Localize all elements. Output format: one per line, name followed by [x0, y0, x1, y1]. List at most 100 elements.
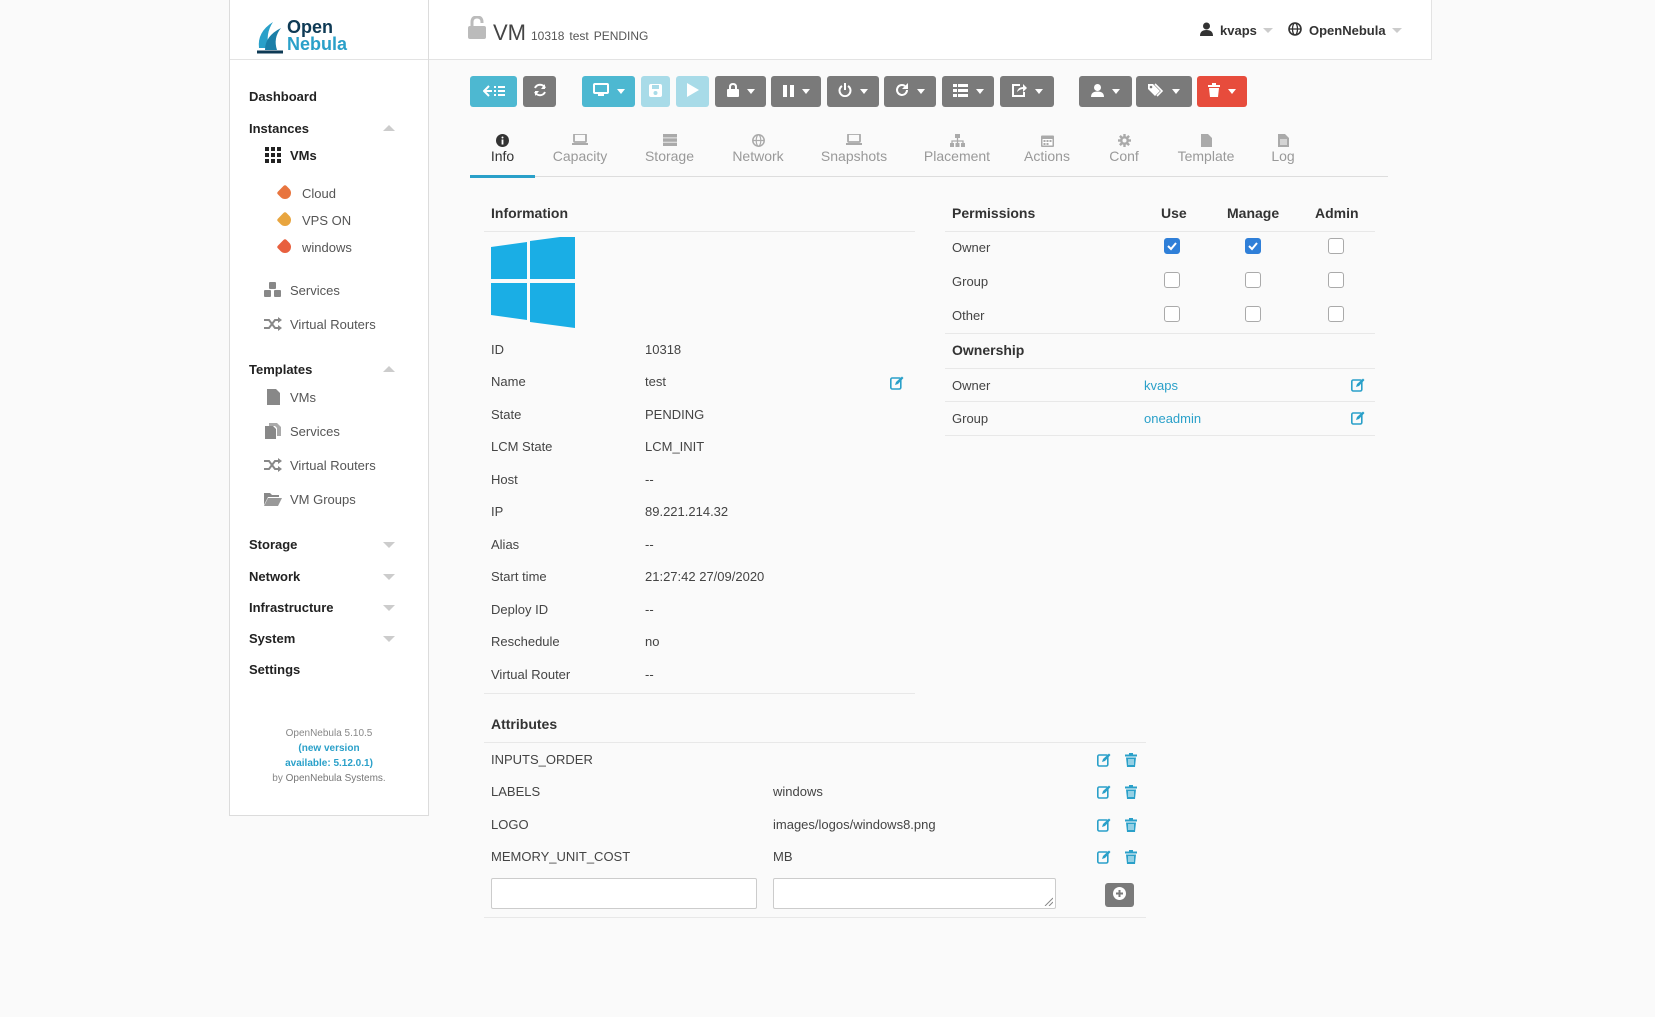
edit-attribute-icon[interactable] — [1097, 818, 1111, 832]
nav-infrastructure[interactable]: Infrastructure — [249, 600, 334, 615]
user-icon — [1200, 22, 1213, 39]
info-row-label: Deploy ID — [491, 602, 549, 617]
permission-admin-checkbox[interactable] — [1328, 272, 1344, 288]
nav-instances-services[interactable]: Services — [264, 282, 340, 298]
nav-instances-vms[interactable]: VMs — [264, 147, 317, 163]
templates-virtual-routers-label: Virtual Routers — [290, 457, 376, 473]
power-dropdown-button[interactable] — [827, 76, 879, 107]
permission-manage-checkbox[interactable] — [1245, 238, 1261, 254]
tab-placement-label: Placement — [923, 148, 991, 164]
nav-storage[interactable]: Storage — [249, 537, 297, 552]
tab-snapshots[interactable]: Snapshots — [820, 132, 888, 164]
nav-templates-vms[interactable]: VMs — [264, 389, 316, 405]
system-expand-caret-icon[interactable] — [383, 636, 395, 642]
tab-placement[interactable]: Placement — [921, 132, 993, 164]
tab-capacity[interactable]: Capacity — [550, 132, 610, 164]
edit-attribute-icon[interactable] — [1097, 753, 1111, 767]
new-attribute-value-textarea[interactable] — [773, 878, 1056, 909]
permission-use-checkbox[interactable] — [1164, 238, 1180, 254]
delete-attribute-icon[interactable] — [1124, 753, 1138, 767]
edit-owner-icon[interactable] — [1351, 378, 1365, 392]
pause-dropdown-button[interactable] — [771, 76, 821, 107]
refresh-button[interactable] — [523, 76, 556, 107]
ownership-owner-link[interactable]: kvaps — [1144, 378, 1178, 393]
share-dropdown-button[interactable] — [1000, 76, 1054, 107]
storage-expand-caret-icon[interactable] — [383, 542, 395, 548]
attribute-key: INPUTS_ORDER — [491, 752, 593, 767]
infrastructure-expand-caret-icon[interactable] — [383, 605, 395, 611]
edit-name-icon[interactable] — [890, 376, 904, 390]
nav-instances-virtual-routers[interactable]: Virtual Routers — [264, 316, 376, 332]
permission-use-checkbox[interactable] — [1164, 306, 1180, 322]
nav-templates-vm-groups[interactable]: VM Groups — [264, 491, 356, 507]
tab-log[interactable]: Log — [1268, 132, 1298, 164]
instances-collapse-caret-icon[interactable] — [383, 125, 395, 131]
ownership-owner-label: Owner — [952, 378, 991, 393]
new-version-link[interactable]: (new version available: 5.12.0.1) — [230, 741, 428, 771]
tab-actions[interactable]: Actions — [1021, 132, 1073, 164]
permission-admin-checkbox[interactable] — [1328, 306, 1344, 322]
play-button[interactable] — [676, 76, 709, 107]
unlock-icon[interactable] — [467, 15, 487, 43]
tab-conf[interactable]: Conf — [1106, 132, 1142, 164]
resize-handle-icon[interactable] — [1043, 896, 1053, 906]
nav-templates-services[interactable]: Services — [264, 423, 340, 439]
permission-use-checkbox[interactable] — [1164, 272, 1180, 288]
nav-templates[interactable]: Templates — [249, 362, 312, 377]
delete-attribute-icon[interactable] — [1124, 785, 1138, 799]
nav-templates-virtual-routers[interactable]: Virtual Routers — [264, 457, 376, 473]
delete-dropdown-button[interactable] — [1197, 76, 1247, 107]
edit-attribute-icon[interactable] — [1097, 850, 1111, 864]
lock-dropdown-button[interactable] — [715, 76, 766, 107]
ownership-dropdown-button[interactable] — [1079, 76, 1132, 107]
nav-label-vps-on[interactable]: VPS ON — [276, 211, 351, 229]
network-expand-caret-icon[interactable] — [383, 574, 395, 580]
nav-label-cloud[interactable]: Cloud — [276, 184, 336, 202]
tab-info[interactable]: Info — [480, 132, 525, 164]
permission-manage-checkbox[interactable] — [1245, 272, 1261, 288]
console-dropdown-button[interactable] — [582, 76, 635, 107]
edit-group-icon[interactable] — [1351, 411, 1365, 425]
back-to-list-button[interactable] — [470, 76, 517, 107]
globe-icon — [1288, 22, 1302, 39]
nav-system[interactable]: System — [249, 631, 295, 646]
plus-circle-icon — [1113, 887, 1126, 903]
save-button[interactable] — [641, 76, 670, 107]
logo-divider — [230, 59, 428, 60]
new-attribute-key-input[interactable] — [491, 878, 757, 909]
windows-logo-image — [491, 235, 575, 331]
info-row-label: Host — [491, 472, 518, 487]
tab-template[interactable]: Template — [1176, 132, 1236, 164]
version-text: OpenNebula 5.10.5 — [285, 728, 373, 739]
nav-label-windows[interactable]: windows — [276, 238, 352, 256]
permission-manage-checkbox[interactable] — [1245, 306, 1261, 322]
delete-attribute-icon[interactable] — [1124, 850, 1138, 864]
permissions-divider — [945, 231, 1375, 232]
company-link[interactable]: OpenNebula Systems — [286, 773, 383, 784]
templates-collapse-caret-icon[interactable] — [383, 366, 395, 372]
ownership-group-link[interactable]: oneadmin — [1144, 411, 1201, 426]
info-row-label: Reschedule — [491, 634, 560, 649]
by-dot: . — [382, 773, 386, 784]
permissions-bottom-divider — [945, 333, 1375, 334]
add-attribute-button[interactable] — [1105, 883, 1134, 907]
list-dropdown-button[interactable] — [942, 76, 994, 107]
edit-attribute-icon[interactable] — [1097, 785, 1111, 799]
tab-network[interactable]: Network — [727, 132, 789, 164]
tag-icon — [276, 184, 294, 202]
nav-settings[interactable]: Settings — [249, 662, 300, 677]
opennebula-logo[interactable]: Open Nebula — [255, 16, 347, 56]
zone-menu[interactable]: OpenNebula — [1288, 22, 1402, 39]
nav-dashboard[interactable]: Dashboard — [249, 89, 317, 104]
user-menu[interactable]: kvaps — [1200, 22, 1273, 39]
nav-network[interactable]: Network — [249, 569, 300, 584]
permission-admin-checkbox[interactable] — [1328, 238, 1344, 254]
nav-instances[interactable]: Instances — [249, 121, 309, 136]
tab-storage[interactable]: Storage — [642, 132, 697, 164]
tab-info-label: Info — [490, 148, 515, 164]
labels-dropdown-button[interactable] — [1136, 76, 1192, 107]
dropdown-caret-icon — [860, 89, 868, 94]
reboot-dropdown-button[interactable] — [884, 76, 936, 107]
info-row-value: -- — [645, 602, 654, 617]
delete-attribute-icon[interactable] — [1124, 818, 1138, 832]
